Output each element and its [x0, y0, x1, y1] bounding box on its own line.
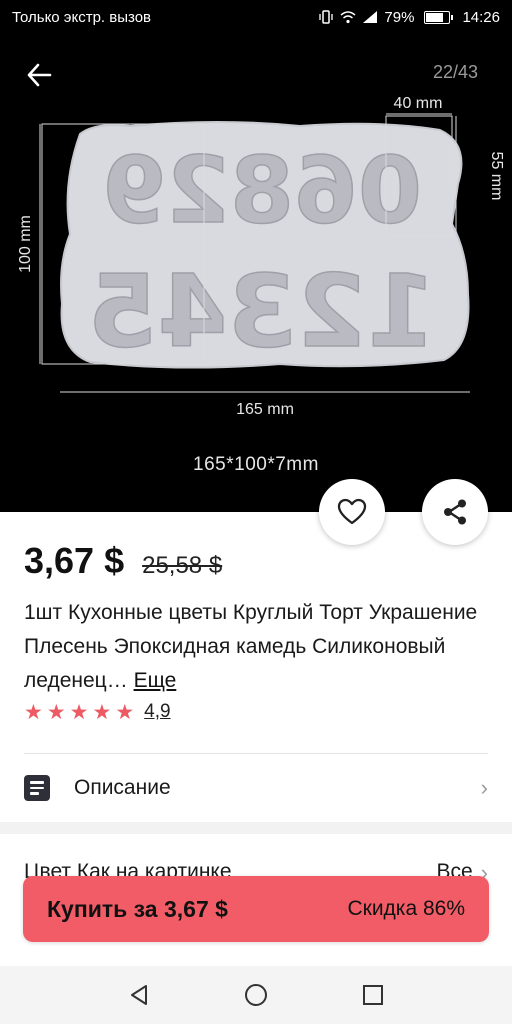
carrier-label: Только экстр. вызов: [12, 8, 152, 26]
heart-icon: [337, 498, 367, 525]
divider: [24, 753, 488, 754]
dimension-width-bottom: 165 mm: [236, 401, 294, 414]
favorite-button[interactable]: [319, 479, 385, 545]
status-bar: Только экстр. вызов 79% 14:26: [0, 0, 512, 34]
triangle-back-icon: [130, 985, 147, 1005]
system-nav-bar: [0, 966, 512, 1024]
dimension-width-top: 40 mm: [394, 95, 443, 112]
star-icon: ★: [69, 700, 89, 724]
product-title: 1шт Кухонные цветы Круглый Торт Украшени…: [24, 596, 484, 698]
buy-label: Купить за 3,67 $: [47, 895, 228, 922]
image-counter: 22/43: [432, 62, 478, 82]
clock: 14:26: [462, 8, 500, 26]
buy-button[interactable]: Купить за 3,67 $ Скидка 86%: [23, 876, 489, 942]
size-caption: 165*100*7mm: [193, 454, 319, 475]
dimension-height-right: 55 mm: [488, 152, 505, 201]
product-gallery[interactable]: 22/43 06829 12345 40 mm 55 mm 100 mm 165…: [0, 34, 512, 512]
price-row: 3,67 $ 25,58 $: [24, 540, 222, 582]
description-row[interactable]: Описание ›: [0, 760, 512, 816]
chevron-right-icon: ›: [480, 775, 488, 800]
rating-row[interactable]: ★ ★ ★ ★ ★ 4,9: [24, 701, 171, 723]
mold-digits-bottom: 12345: [88, 253, 436, 370]
battery-level: [426, 12, 444, 22]
current-price: 3,67 $: [24, 540, 125, 581]
description-label: Описание: [74, 776, 171, 799]
dimension-height-left: 100 mm: [17, 215, 34, 273]
signal-icon: [363, 11, 378, 23]
square-recents-icon: [363, 985, 384, 1005]
product-title-text: 1шт Кухонные цветы Круглый Торт Украшени…: [24, 601, 478, 692]
more-link[interactable]: Еще: [134, 669, 177, 692]
product-image: 06829 12345 40 mm 55 mm 100 mm 165 mm: [17, 95, 505, 414]
old-price: 25,58 $: [142, 552, 223, 579]
star-icon: ★: [46, 700, 66, 724]
share-icon: [444, 499, 466, 525]
mold-digits-top: 06829: [102, 137, 422, 244]
circle-home-icon: [244, 984, 267, 1006]
battery-percent: 79%: [384, 8, 415, 26]
section-separator: [0, 822, 512, 834]
wifi-icon: [340, 11, 356, 24]
star-icon: ★: [92, 700, 112, 724]
battery-icon: [424, 10, 454, 24]
rating-value: 4,9: [144, 701, 171, 722]
star-icon: ★: [24, 700, 43, 724]
share-button[interactable]: [422, 479, 488, 545]
nav-back-button[interactable]: [119, 975, 159, 1015]
discount-label: Скидка 86%: [347, 897, 465, 920]
nav-recents-button[interactable]: [353, 975, 393, 1015]
vibrate-icon: [319, 10, 334, 24]
nav-home-button[interactable]: [236, 975, 276, 1015]
document-icon: [24, 775, 50, 801]
star-icon: ★: [115, 700, 135, 724]
